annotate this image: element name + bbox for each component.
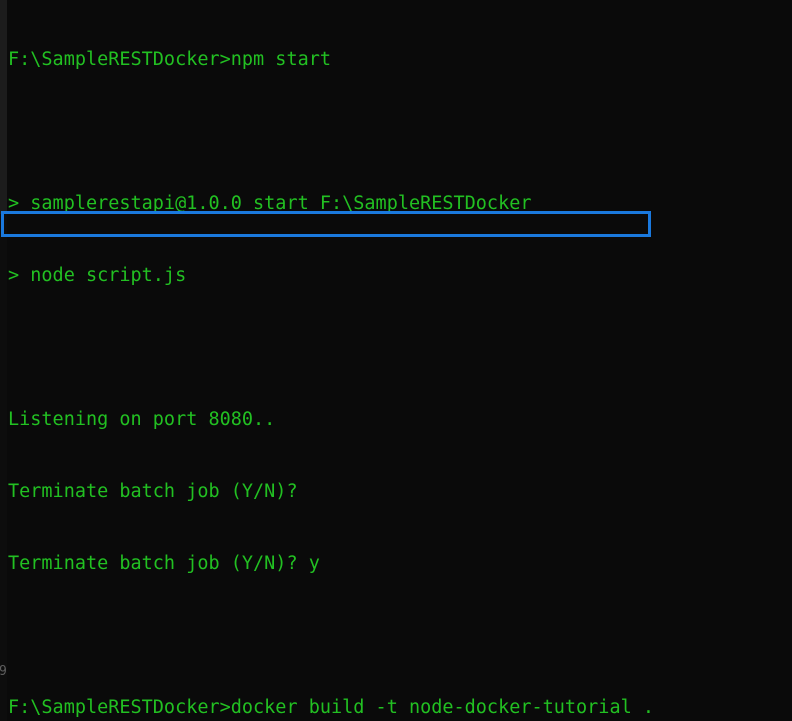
- terminal-line: Terminate batch job (Y/N)?: [8, 481, 298, 502]
- terminal-line: > node script.js: [8, 265, 187, 286]
- terminal-line: Terminate batch job (Y/N)? y: [8, 553, 320, 574]
- terminal-line: F:\SampleRESTDocker>npm start: [8, 49, 332, 70]
- terminal-line: > samplerestapi@1.0.0 start F:\SampleRES…: [8, 193, 532, 214]
- terminal-line-highlighted-command: F:\SampleRESTDocker>docker build -t node…: [8, 697, 655, 718]
- terminal-window[interactable]: F:\SampleRESTDocker>npm start > samplere…: [0, 0, 792, 721]
- terminal-output[interactable]: F:\SampleRESTDocker>npm start > samplere…: [0, 0, 792, 721]
- terminal-line: Listening on port 8080..: [8, 409, 276, 430]
